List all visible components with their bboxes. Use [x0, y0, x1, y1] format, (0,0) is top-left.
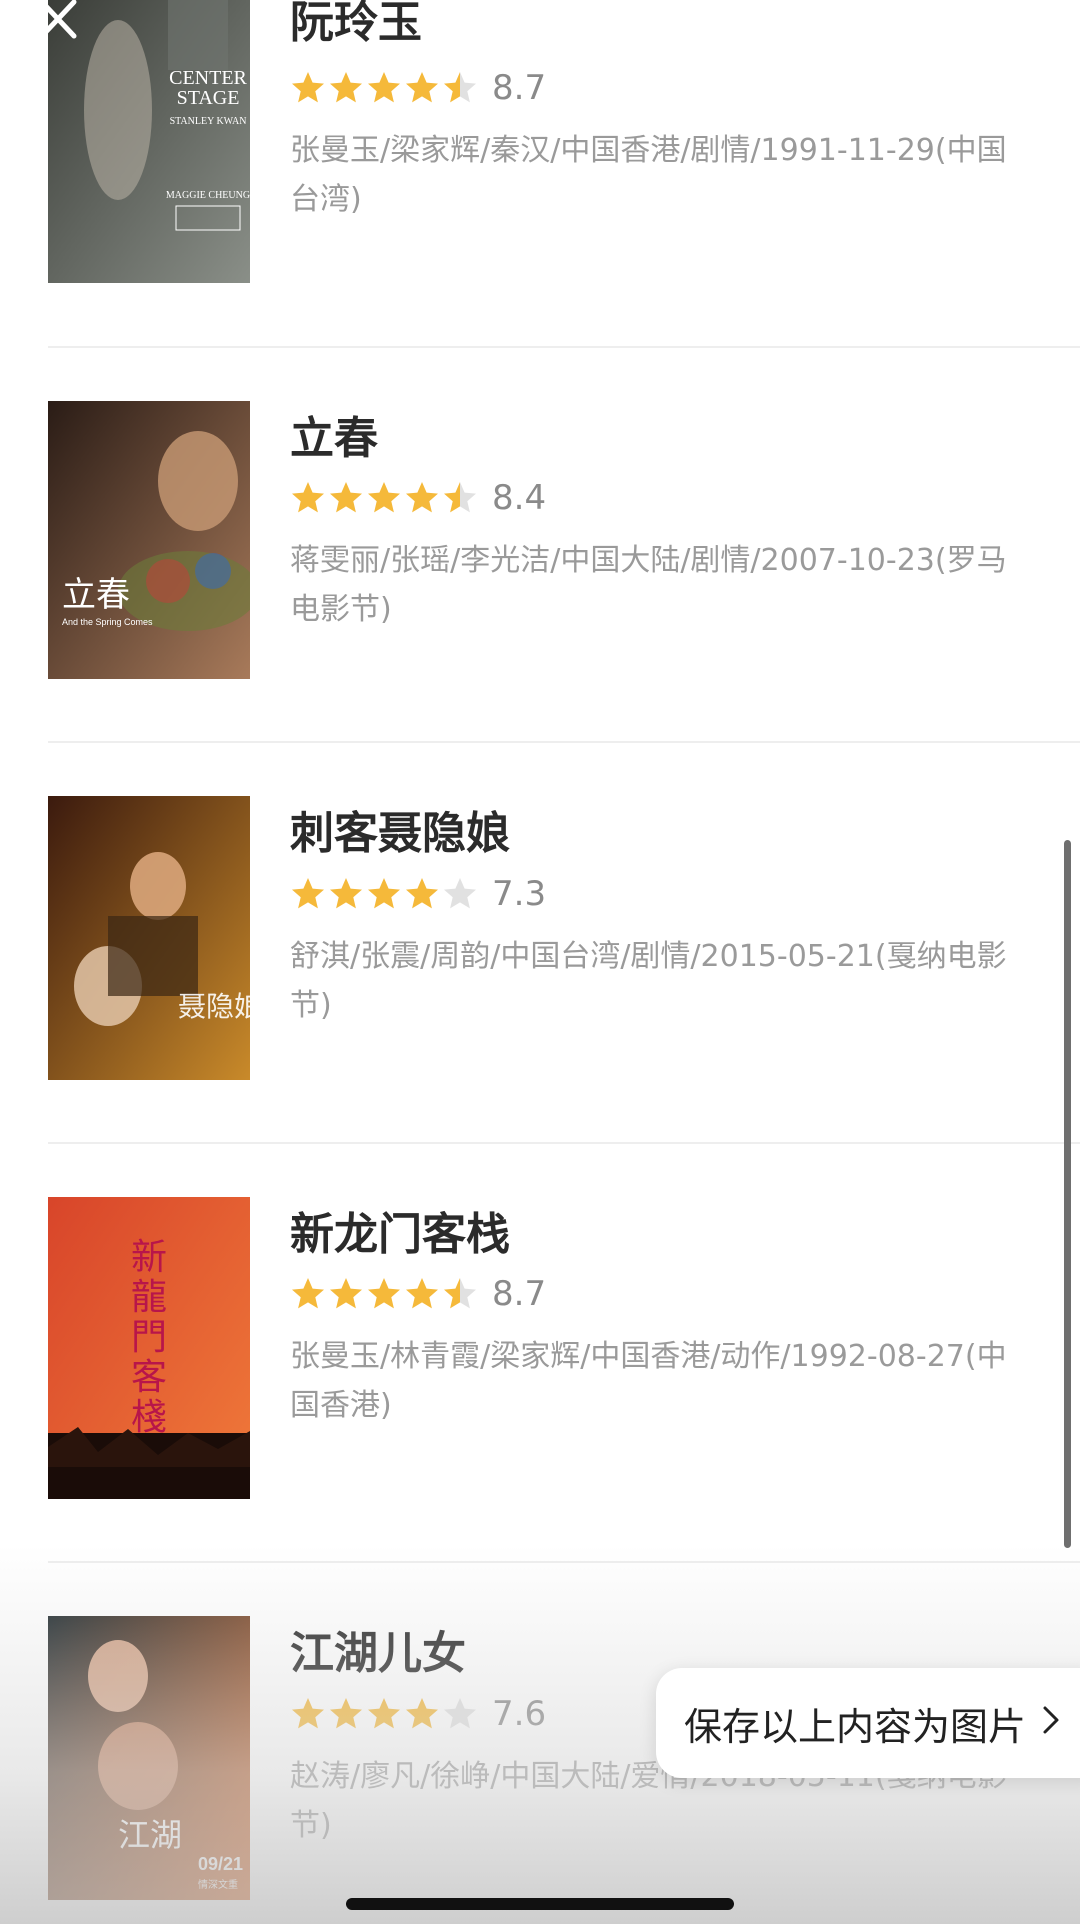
- star-icon: [328, 70, 364, 106]
- movie-poster[interactable]: 立春 And the Spring Comes: [48, 401, 250, 679]
- star-icon: [366, 1276, 402, 1312]
- star-icon: [328, 1276, 364, 1312]
- movie-poster[interactable]: CENTER STAGE STANLEY KWAN MAGGIE CHEUNG: [48, 0, 250, 283]
- star-icon: [328, 876, 364, 912]
- rating-row: 8.7: [290, 68, 546, 108]
- star-icon: [290, 1276, 326, 1312]
- star-icon: [404, 1696, 440, 1732]
- divider: [48, 1561, 1080, 1563]
- close-icon: [39, 0, 77, 39]
- divider: [48, 346, 1080, 348]
- rating-row: 7.3: [290, 874, 546, 914]
- movie-title[interactable]: 江湖儿女: [290, 1617, 466, 1681]
- star-icon: [290, 876, 326, 912]
- rating-score: 7.3: [492, 874, 547, 914]
- rating-score: 8.7: [492, 1274, 547, 1314]
- svg-text:立春: 立春: [62, 575, 130, 615]
- star-icon: [290, 70, 326, 106]
- svg-text:MAGGIE CHEUNG: MAGGIE CHEUNG: [166, 190, 250, 201]
- svg-text:江湖: 江湖: [118, 1816, 182, 1854]
- movie-title[interactable]: 刺客聂隐娘: [290, 797, 510, 861]
- movie-meta: 舒淇/张震/周韵/中国台湾/剧情/2015-05-21(戛纳电影节): [290, 939, 1007, 1023]
- star-icon: [366, 70, 402, 106]
- rating-row: 7.6: [290, 1694, 546, 1734]
- svg-text:STAGE: STAGE: [177, 87, 240, 109]
- svg-text:棧: 棧: [131, 1397, 167, 1438]
- star-rating: [290, 70, 478, 106]
- movie-title[interactable]: 阮玲玉: [290, 0, 422, 50]
- movie-meta: 张曼玉/梁家辉/秦汉/中国香港/剧情/1991-11-29(中国台湾): [290, 133, 1007, 217]
- svg-text:客: 客: [131, 1357, 167, 1398]
- svg-text:門: 門: [131, 1317, 167, 1358]
- close-button[interactable]: [38, 0, 86, 42]
- movie-title[interactable]: 立春: [290, 402, 378, 466]
- chevron-right-icon: [1042, 1703, 1060, 1744]
- star-icon: [290, 480, 326, 516]
- save-as-image-label: 保存以上内容为图片: [684, 1704, 1027, 1749]
- svg-text:STANLEY KWAN: STANLEY KWAN: [170, 116, 247, 127]
- svg-text:CENTER: CENTER: [169, 67, 247, 89]
- star-icon: [366, 1696, 402, 1732]
- movie-meta: 张曼玉/林青霞/梁家辉/中国香港/动作/1992-08-27(中国香港): [290, 1339, 1007, 1423]
- movie-poster[interactable]: 新 龍 門 客 棧: [48, 1197, 250, 1499]
- star-icon: [290, 1696, 326, 1732]
- divider: [48, 1142, 1080, 1144]
- svg-text:新: 新: [131, 1237, 167, 1278]
- rating-row: 8.7: [290, 1274, 546, 1314]
- rating-score: 7.6: [492, 1694, 547, 1734]
- home-indicator[interactable]: [346, 1898, 734, 1910]
- divider: [48, 741, 1080, 743]
- svg-text:龍: 龍: [131, 1277, 167, 1318]
- star-icon: [404, 1276, 440, 1312]
- star-icon: [442, 876, 478, 912]
- star-icon: [328, 480, 364, 516]
- star-icon: [442, 1696, 478, 1732]
- svg-text:聂隐娘: 聂隐娘: [178, 990, 250, 1023]
- star-icon: [442, 480, 478, 516]
- star-icon: [442, 70, 478, 106]
- star-icon: [404, 70, 440, 106]
- star-icon: [404, 480, 440, 516]
- scrollbar[interactable]: [1064, 840, 1071, 1548]
- svg-text:And the Spring Comes: And the Spring Comes: [62, 617, 153, 627]
- star-rating: [290, 1696, 478, 1732]
- star-rating: [290, 876, 478, 912]
- star-icon: [366, 480, 402, 516]
- star-rating: [290, 480, 478, 516]
- save-as-image-button[interactable]: 保存以上内容为图片: [656, 1668, 1080, 1778]
- movie-title[interactable]: 新龙门客栈: [290, 1198, 510, 1262]
- movie-poster[interactable]: 聂隐娘: [48, 796, 250, 1080]
- star-icon: [328, 1696, 364, 1732]
- star-icon: [442, 1276, 478, 1312]
- svg-text:09/21: 09/21: [198, 1854, 243, 1874]
- rating-score: 8.7: [492, 68, 547, 108]
- svg-text:情深文重: 情深文重: [198, 1878, 238, 1891]
- rating-row: 8.4: [290, 478, 546, 518]
- movie-meta: 蒋雯丽/张瑶/李光洁/中国大陆/剧情/2007-10-23(罗马电影节): [290, 543, 1007, 627]
- movie-poster[interactable]: 江湖 09/21 情深文重: [48, 1616, 250, 1900]
- star-icon: [404, 876, 440, 912]
- rating-score: 8.4: [492, 478, 547, 518]
- star-rating: [290, 1276, 478, 1312]
- page-indicator: 2/2: [504, 0, 568, 35]
- star-icon: [366, 876, 402, 912]
